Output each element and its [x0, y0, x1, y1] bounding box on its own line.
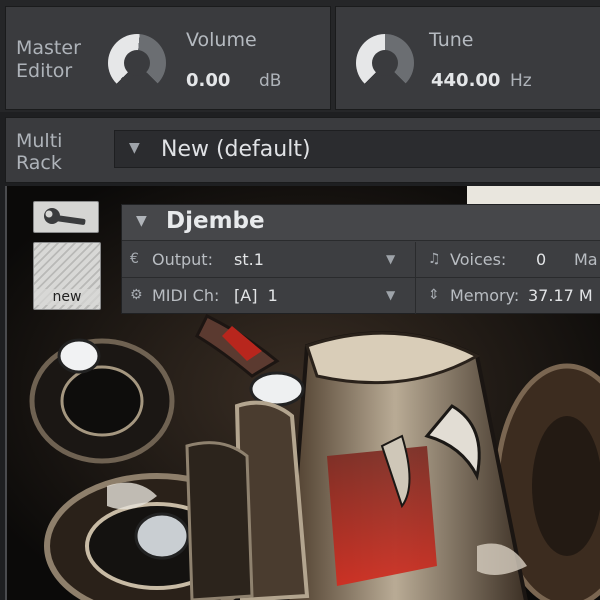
volume-panel: Master Editor Volume 0.00 dB — [5, 6, 331, 110]
knob-center — [124, 50, 150, 76]
master-editor-bar: Master Editor Volume 0.00 dB Tune 440.00… — [0, 0, 600, 112]
instrument-header: ▼ Djembe € Output: st.1 ▼ ♫ Voices: 0 Ma… — [121, 204, 600, 314]
tune-value[interactable]: 440.00 — [431, 70, 500, 91]
multi-rack-bar: Multi Rack ▼ New (default) — [5, 117, 600, 183]
knob-center — [372, 50, 398, 76]
tune-unit: Hz — [510, 71, 532, 91]
memory-readout: ⇕ Memory: 37.17 M — [416, 278, 600, 314]
edit-button[interactable] — [33, 201, 99, 233]
voices-readout: ♫ Voices: 0 Ma — [416, 242, 600, 278]
multi-rack-dropdown[interactable]: ▼ New (default) — [114, 130, 600, 168]
collapse-arrow-icon[interactable]: ▼ — [136, 213, 147, 229]
output-value: st.1 — [234, 250, 264, 269]
instrument-area: new ▼ Djembe € Output: st.1 ▼ ♫ Voices: … — [5, 186, 600, 600]
midi-channel-value: [A] 1 — [234, 286, 278, 305]
voices-label: Voices: — [450, 250, 507, 269]
info-row-output: € Output: st.1 ▼ ♫ Voices: 0 Ma — [122, 242, 600, 278]
volume-label: Volume — [186, 29, 257, 51]
dropdown-arrow-icon[interactable]: ▼ — [386, 288, 395, 302]
instrument-snapshot-button[interactable]: new — [33, 242, 101, 310]
wrench-icon — [44, 208, 86, 225]
multi-rack-label: Multi Rack — [16, 130, 63, 174]
master-editor-label: Master Editor — [16, 37, 81, 82]
tune-knob[interactable] — [356, 34, 414, 92]
volume-knob[interactable] — [108, 34, 166, 92]
output-label: Output: — [152, 250, 213, 269]
voices-icon: ♫ — [428, 251, 441, 267]
memory-label: Memory: — [450, 286, 520, 305]
voices-max-label: Ma — [574, 250, 598, 269]
new-label: new — [34, 289, 100, 305]
memory-icon: ⇕ — [428, 287, 440, 303]
volume-unit: dB — [259, 71, 282, 91]
multi-rack-name: New (default) — [161, 137, 311, 162]
output-icon: € — [130, 251, 139, 267]
midi-icon: ⚙ — [130, 287, 143, 303]
memory-value: 37.17 M — [528, 286, 593, 305]
volume-value[interactable]: 0.00 — [186, 70, 230, 91]
voices-value: 0 — [536, 250, 547, 269]
info-row-midi: ⚙ MIDI Ch: [A] 1 ▼ ⇕ Memory: 37.17 M — [122, 278, 600, 314]
tune-label: Tune — [429, 29, 474, 51]
midi-channel-label: MIDI Ch: — [152, 286, 220, 305]
dropdown-arrow-icon[interactable]: ▼ — [386, 252, 395, 266]
instrument-title-row[interactable]: ▼ Djembe — [122, 205, 600, 241]
midi-channel-selector[interactable]: ⚙ MIDI Ch: [A] 1 ▼ — [122, 278, 415, 314]
dropdown-arrow-icon[interactable]: ▼ — [129, 140, 140, 156]
tune-panel: Tune 440.00 Hz — [335, 6, 600, 110]
instrument-name[interactable]: Djembe — [166, 208, 265, 234]
output-selector[interactable]: € Output: st.1 ▼ — [122, 242, 415, 278]
